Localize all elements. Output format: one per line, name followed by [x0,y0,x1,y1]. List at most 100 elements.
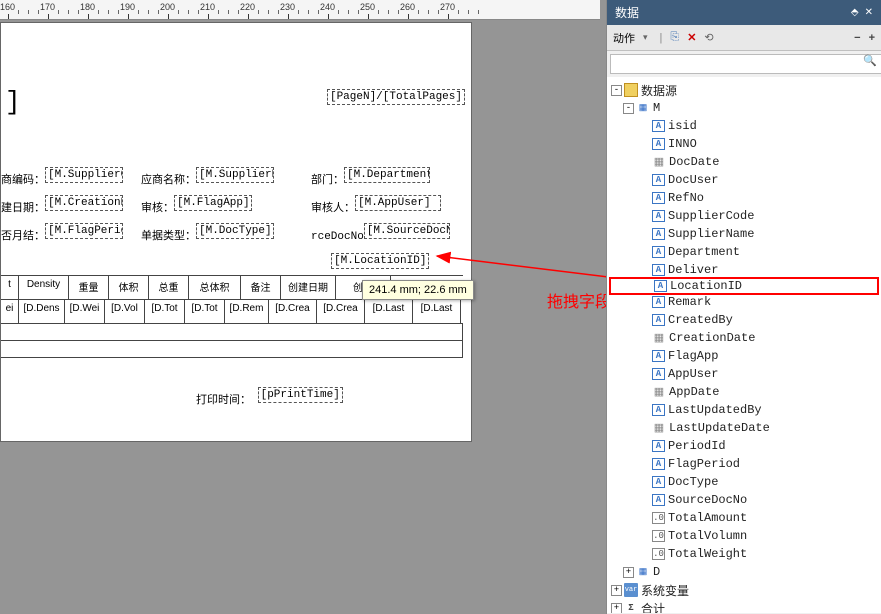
tree-icon: A [652,192,665,204]
data-cell[interactable]: [D.Last [365,300,413,323]
tree-label: 合计 [641,600,665,614]
page-number-field[interactable]: [PageN]/[TotalPages] [327,89,465,109]
print-time-field[interactable]: 打印时间： [pPrintTime] [196,387,343,407]
tree-icon: A [652,228,665,240]
tree-node-flagapp[interactable]: AFlagApp [609,347,879,365]
tree-toggle[interactable]: + [623,567,634,578]
tree-node-refno[interactable]: ARefNo [609,189,879,207]
form-field[interactable]: 建日期：[M.CreationDa [1,195,123,215]
tree-node-totalvolumn[interactable]: .0TotalVolumn [609,527,879,545]
tree-node-isid[interactable]: Aisid [609,117,879,135]
dropdown-icon[interactable]: ▾ [643,32,648,43]
tree-node-flagperiod[interactable]: AFlagPeriod [609,455,879,473]
data-cell[interactable]: [D.Last [413,300,461,323]
form-field[interactable]: rceDocNo[M.SourceDocNo [311,223,450,243]
search-icon[interactable]: 🔍 [863,54,877,67]
tree-icon: A [652,314,665,326]
tree-icon: A [652,174,665,186]
print-time-value: [pPrintTime] [258,387,343,403]
tree-icon: Σ [624,601,638,613]
data-cell[interactable]: [D.Dens [19,300,65,323]
tree-icon: A [652,476,665,488]
tree-label: TotalAmount [668,511,747,525]
column-header[interactable]: t [1,276,19,299]
plus-button[interactable]: + [869,32,875,44]
form-field[interactable]: 部门：[M.Department [311,167,430,187]
bracket-decoration: ] [5,87,21,117]
data-tree[interactable]: -数据源-▦MAisidAINNO▦DocDateADocUserARefNoA… [607,77,881,613]
data-cell[interactable]: [D.Vol [105,300,145,323]
tree-icon: ▦ [652,331,666,345]
tree-label: LocationID [670,279,742,293]
tree-node-数据源[interactable]: -数据源 [609,81,879,99]
tree-label: DocUser [668,173,718,187]
tree-node-createdby[interactable]: ACreatedBy [609,311,879,329]
refresh-icon[interactable]: ⟲ [704,31,713,44]
form-field[interactable]: 否月结：[M.FlagPeriod [1,223,123,243]
search-input[interactable] [610,54,881,74]
form-field[interactable]: 审核：[M.FlagApp] [141,195,252,215]
tree-label: LastUpdatedBy [668,403,762,417]
tree-node-d[interactable]: +▦D [609,563,879,581]
column-header[interactable]: 总体积 [189,276,241,299]
tree-node-doctype[interactable]: ADocType [609,473,879,491]
data-cell[interactable]: [D.Crea [317,300,365,323]
tree-node-suppliername[interactable]: ASupplierName [609,225,879,243]
data-cell[interactable]: [D.Tot [185,300,225,323]
close-icon[interactable]: ✕ [865,7,873,18]
form-field[interactable]: 单据类型：[M.DocType] [141,223,274,243]
tree-toggle[interactable]: + [611,585,622,596]
tree-icon [624,83,638,97]
tree-node-remark[interactable]: ARemark [609,293,879,311]
column-header[interactable]: 重量 [69,276,109,299]
tree-node-appuser[interactable]: AAppUser [609,365,879,383]
tree-label: Remark [668,295,711,309]
delete-icon[interactable]: ✕ [687,31,696,44]
tree-node-creationdate[interactable]: ▦CreationDate [609,329,879,347]
tree-label: Department [668,245,740,259]
tree-node-docuser[interactable]: ADocUser [609,171,879,189]
tree-toggle[interactable]: - [623,103,634,114]
location-id-field[interactable]: [M.LocationID] [331,253,429,273]
tree-icon: A [652,458,665,470]
data-cell[interactable]: [D.Tot [145,300,185,323]
tree-label: Deliver [668,263,718,277]
column-header[interactable]: 体积 [109,276,149,299]
tree-label: DocDate [669,155,719,169]
tree-node-appdate[interactable]: ▦AppDate [609,383,879,401]
form-field[interactable]: 应商名称：[M.SupplierNa [141,167,274,187]
copy-icon[interactable]: ⎘ [670,31,679,44]
tree-label: FlagApp [668,349,718,363]
tree-node-suppliercode[interactable]: ASupplierCode [609,207,879,225]
tree-node-sourcedocno[interactable]: ASourceDocNo [609,491,879,509]
tree-node-periodid[interactable]: APeriodId [609,437,879,455]
tree-node-docdate[interactable]: ▦DocDate [609,153,879,171]
tree-toggle[interactable]: + [611,603,622,614]
tree-node-系统变量[interactable]: +var系统变量 [609,581,879,599]
data-cell[interactable]: [D.Wei [65,300,105,323]
tree-node-m[interactable]: -▦M [609,99,879,117]
tree-label: TotalWeight [668,547,747,561]
tree-node-lastupdatedby[interactable]: ALastUpdatedBy [609,401,879,419]
tree-toggle[interactable]: - [611,85,622,96]
data-cell[interactable]: ei [1,300,19,323]
panel-title-bar[interactable]: 数据 ⬘ ✕ [607,0,881,25]
pin-icon[interactable]: ⬘ [851,7,859,18]
form-field[interactable]: 商编码：[M.SupplierCo [1,167,123,187]
column-header[interactable]: 创建日期 [281,276,336,299]
tree-node-totalamount[interactable]: .0TotalAmount [609,509,879,527]
column-header[interactable]: Density [19,276,69,299]
minus-button[interactable]: − [854,32,860,44]
report-canvas[interactable]: ] [PageN]/[TotalPages] 商编码：[M.SupplierCo… [0,22,472,442]
tree-node-totalweight[interactable]: .0TotalWeight [609,545,879,563]
data-cell[interactable]: [D.Rem [225,300,269,323]
tree-node-合计[interactable]: +Σ合计 [609,599,879,613]
form-field[interactable]: 审核人：[M.AppUser] [311,195,441,215]
data-cell[interactable]: [D.Crea [269,300,317,323]
tree-node-department[interactable]: ADepartment [609,243,879,261]
column-header[interactable]: 总重 [149,276,189,299]
tree-node-lastupdatedate[interactable]: ▦LastUpdateDate [609,419,879,437]
actions-label: 动作 [613,30,635,46]
tree-node-inno[interactable]: AINNO [609,135,879,153]
column-header[interactable]: 备注 [241,276,281,299]
